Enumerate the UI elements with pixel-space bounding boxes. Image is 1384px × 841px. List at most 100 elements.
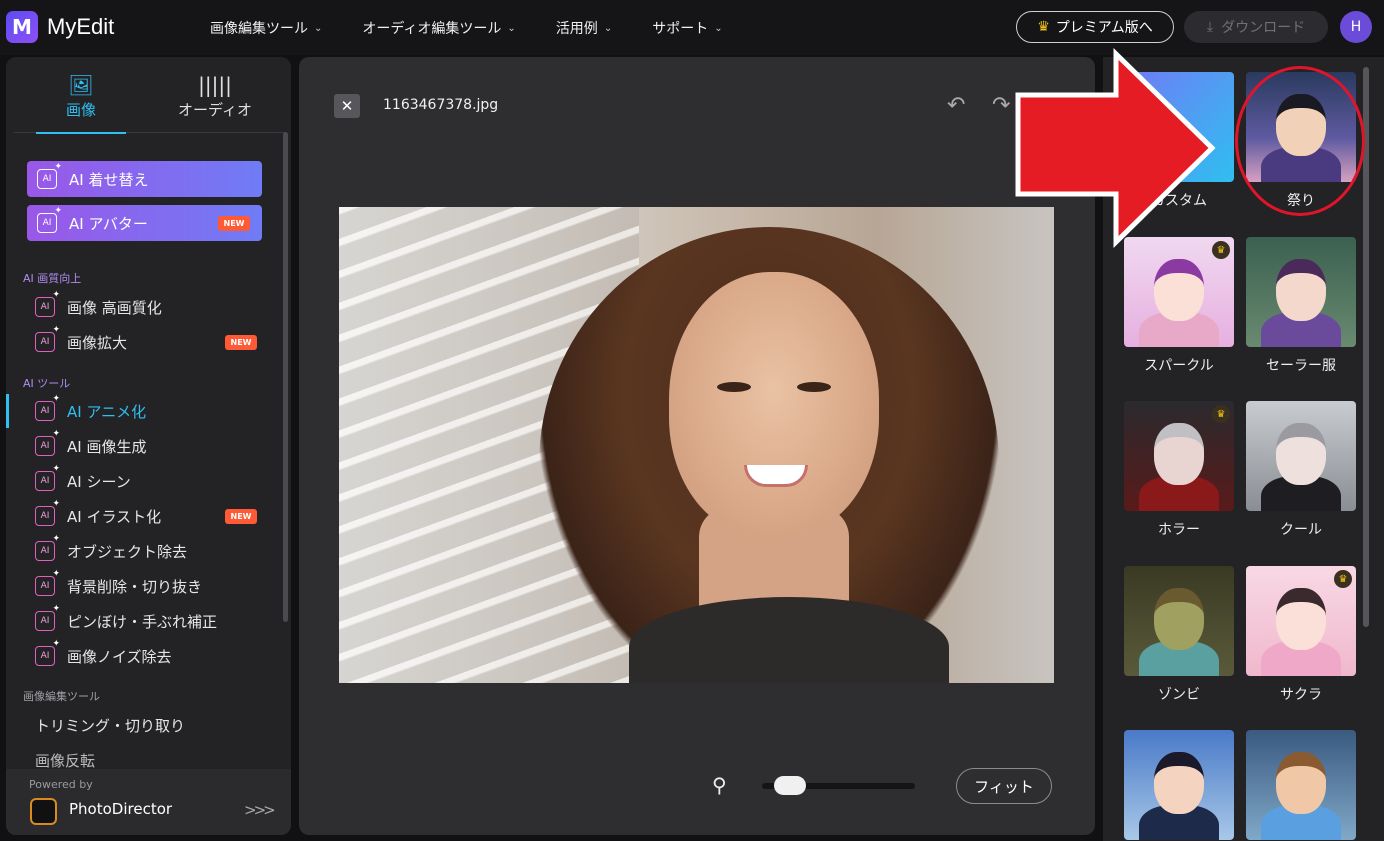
sidebar-tabs: 🖼 画像 ||||| オーディオ xyxy=(14,69,284,134)
style-thumb-sparkle[interactable]: ♛ xyxy=(1124,237,1234,347)
ai-sparkle-icon: AI xyxy=(35,325,60,352)
active-indicator xyxy=(6,394,9,428)
style-thumb-anime-boy[interactable] xyxy=(1124,730,1234,840)
ai-sparkle-icon: AI xyxy=(35,534,60,561)
close-button[interactable]: ✕ xyxy=(334,94,360,118)
item-label: ピンぼけ・手ぶれ補正 xyxy=(67,612,218,631)
item-label: トリミング・切り取り xyxy=(35,716,186,735)
waveform-icon: ||||| xyxy=(198,73,232,97)
ai-sparkle-icon: AI xyxy=(35,604,60,631)
premium-label: プレミアム版へ xyxy=(1055,20,1153,36)
crown-icon: ♛ xyxy=(1334,570,1352,588)
ai-sparkle-icon: AI xyxy=(35,290,60,317)
ai-sparkle-icon: AI xyxy=(35,499,60,526)
sidebar-item-illustration[interactable]: AI AI イラスト化 NEW xyxy=(35,499,265,531)
thumb-face xyxy=(1276,423,1326,485)
button-label: AI アバター xyxy=(69,214,148,233)
style-label: サクラ xyxy=(1280,687,1322,703)
tab-label: オーディオ xyxy=(178,101,252,119)
tab-image[interactable]: 🖼 画像 xyxy=(14,69,148,134)
zoom-slider-thumb[interactable] xyxy=(774,776,807,795)
style-thumb-cool[interactable] xyxy=(1246,401,1356,511)
fit-button[interactable]: フィット xyxy=(956,768,1052,804)
ai-avatar-button[interactable]: AI AI アバター NEW xyxy=(27,205,262,241)
ai-outfit-button[interactable]: AI AI 着せ替え xyxy=(27,161,262,197)
style-thumb-sailor[interactable] xyxy=(1246,237,1356,347)
style-thumb-anime-youth[interactable] xyxy=(1246,730,1356,840)
sidebar-item-deblur[interactable]: AI ピンぼけ・手ぶれ補正 xyxy=(35,604,265,636)
close-icon: ✕ xyxy=(340,97,354,115)
ai-sparkle-icon: AI xyxy=(35,639,60,666)
zoom-icon: ⚲ xyxy=(712,773,727,797)
thumb-face xyxy=(1154,588,1204,650)
item-label: AI アニメ化 xyxy=(67,402,147,421)
nav-use-cases[interactable]: 活用例 ⌄ xyxy=(556,18,612,38)
sidebar-item-anime[interactable]: AI AI アニメ化 xyxy=(35,394,265,426)
photodirector-icon xyxy=(30,798,57,825)
sidebar-item-denoise[interactable]: AI 画像ノイズ除去 xyxy=(35,639,265,671)
arrow-shape xyxy=(1015,48,1216,248)
item-label: 画像反転 xyxy=(35,751,96,770)
style-label: クール xyxy=(1280,522,1322,538)
crown-icon: ♛ xyxy=(1212,405,1230,423)
main-nav: 画像編集ツール ⌄ オーディオ編集ツール ⌄ 活用例 ⌄ サポート ⌄ xyxy=(210,18,763,38)
ai-sparkle-icon: AI xyxy=(37,162,62,189)
thumb-face xyxy=(1276,259,1326,321)
nav-image-tools[interactable]: 画像編集ツール ⌄ xyxy=(210,18,322,38)
chevron-down-icon: ⌄ xyxy=(507,22,516,34)
powered-by-panel[interactable]: Powered by PhotoDirector >>> xyxy=(6,769,291,835)
section-title: AI ツール xyxy=(23,377,71,390)
chevron-down-icon: ⌄ xyxy=(314,22,323,34)
download-icon: ⤓ xyxy=(1206,19,1214,35)
sidebar-item-enlarge[interactable]: AI 画像拡大 NEW xyxy=(35,325,265,357)
pointer-arrow-icon xyxy=(1015,48,1216,248)
nav-support[interactable]: サポート ⌄ xyxy=(652,18,722,38)
style-label: セーラー服 xyxy=(1266,358,1336,374)
nav-audio-tools[interactable]: オーディオ編集ツール ⌄ xyxy=(362,18,515,38)
thumb-face xyxy=(1154,423,1204,485)
style-label: ゾンビ xyxy=(1158,687,1200,703)
thumb-face xyxy=(1276,752,1326,814)
ai-sparkle-icon: AI xyxy=(37,206,62,233)
photo-face xyxy=(669,272,879,537)
style-thumb-horror[interactable]: ♛ xyxy=(1124,401,1234,511)
nav-label: サポート xyxy=(652,21,709,37)
item-label: AI 画像生成 xyxy=(67,437,147,456)
logo[interactable]: M MyEdit xyxy=(6,11,114,43)
avatar[interactable]: H xyxy=(1340,11,1372,43)
sidebar-item-bg-removal[interactable]: AI 背景削除・切り抜き xyxy=(35,569,265,601)
redo-icon[interactable]: ↷ xyxy=(992,93,1010,118)
sidebar-item-crop[interactable]: トリミング・切り取り xyxy=(35,710,265,740)
style-label: スパークル xyxy=(1144,358,1214,374)
nav-label: 画像編集ツール xyxy=(210,21,308,37)
tab-audio[interactable]: ||||| オーディオ xyxy=(148,69,282,133)
download-label: ダウンロード xyxy=(1221,20,1306,36)
style-thumb-zombie[interactable] xyxy=(1124,566,1234,676)
ai-sparkle-icon: AI xyxy=(35,429,60,456)
new-badge: NEW xyxy=(225,508,257,524)
style-label: ホラー xyxy=(1158,522,1200,538)
sidebar-scrollbar[interactable] xyxy=(283,132,288,622)
ai-sparkle-icon: AI xyxy=(35,464,60,491)
sidebar: 🖼 画像 ||||| オーディオ AI AI 着せ替え AI AI アバター N… xyxy=(6,57,291,835)
image-icon: 🖼 xyxy=(68,73,94,97)
chevron-down-icon: ⌄ xyxy=(603,22,613,34)
preview-image xyxy=(339,207,1054,683)
premium-button[interactable]: ♛ プレミアム版へ xyxy=(1016,11,1174,43)
new-badge: NEW xyxy=(225,334,257,350)
sidebar-item-scene[interactable]: AI AI シーン xyxy=(35,464,265,496)
download-button[interactable]: ⤓ ダウンロード xyxy=(1184,11,1328,43)
ai-sparkle-icon: AI xyxy=(35,569,60,596)
thumb-face xyxy=(1276,588,1326,650)
thumb-face xyxy=(1154,752,1204,814)
button-label: AI 着せ替え xyxy=(69,170,149,189)
editor-panel: ✕ 1163467378.jpg ↶ ↷ ⚲ フィット xyxy=(299,57,1095,835)
sidebar-item-upscale[interactable]: AI 画像 高画質化 xyxy=(35,290,265,322)
new-badge: NEW xyxy=(218,215,250,231)
photo-eye xyxy=(717,382,751,392)
item-label: 背景削除・切り抜き xyxy=(67,577,203,596)
style-thumb-sakura[interactable]: ♛ xyxy=(1246,566,1356,676)
sidebar-item-image-gen[interactable]: AI AI 画像生成 xyxy=(35,429,265,461)
undo-icon[interactable]: ↶ xyxy=(947,93,965,118)
sidebar-item-object-removal[interactable]: AI オブジェクト除去 xyxy=(35,534,265,566)
